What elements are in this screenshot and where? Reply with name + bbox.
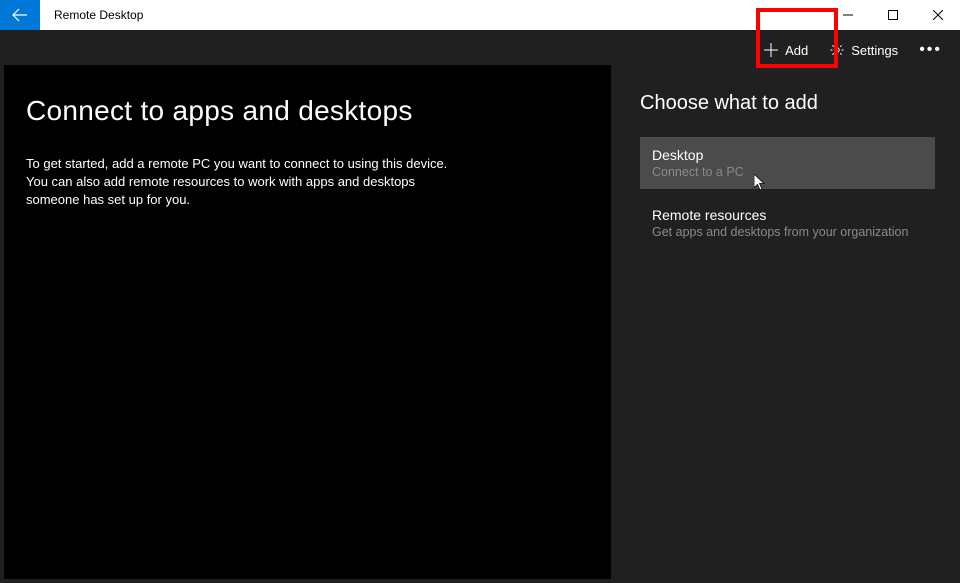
option-title: Remote resources [652,207,923,223]
window-controls [825,0,960,30]
close-icon [933,10,943,20]
option-desktop[interactable]: Desktop Connect to a PC [640,137,935,189]
add-button[interactable]: Add [753,37,819,64]
minimize-button[interactable] [825,0,870,30]
title-bar: Remote Desktop [0,0,960,30]
app-body: Connect to apps and desktops To get star… [0,30,960,583]
settings-button[interactable]: Settings [819,37,909,64]
option-subtitle: Connect to a PC [652,165,923,179]
main-panel: Connect to apps and desktops To get star… [4,65,611,579]
option-subtitle: Get apps and desktops from your organiza… [652,225,923,239]
side-panel-heading: Choose what to add [640,92,935,115]
window-title: Remote Desktop [40,0,825,30]
more-icon: ••• [919,42,942,58]
plus-icon [764,43,778,57]
settings-button-label: Settings [851,43,898,58]
close-button[interactable] [915,0,960,30]
maximize-button[interactable] [870,0,915,30]
gear-icon [830,43,844,57]
add-button-label: Add [785,43,808,58]
side-panel: Add Settings ••• Choose what to add Desk… [615,30,960,583]
option-remote-resources[interactable]: Remote resources Get apps and desktops f… [640,197,935,249]
option-title: Desktop [652,147,923,163]
minimize-icon [843,10,853,20]
side-panel-content: Choose what to add Desktop Connect to a … [615,70,960,257]
back-button[interactable] [0,0,40,30]
main-description: To get started, add a remote PC you want… [26,155,466,210]
more-button[interactable]: ••• [909,36,952,64]
maximize-icon [888,10,898,20]
back-arrow-icon [12,7,28,23]
command-bar: Add Settings ••• [615,30,960,70]
main-heading: Connect to apps and desktops [26,95,589,127]
